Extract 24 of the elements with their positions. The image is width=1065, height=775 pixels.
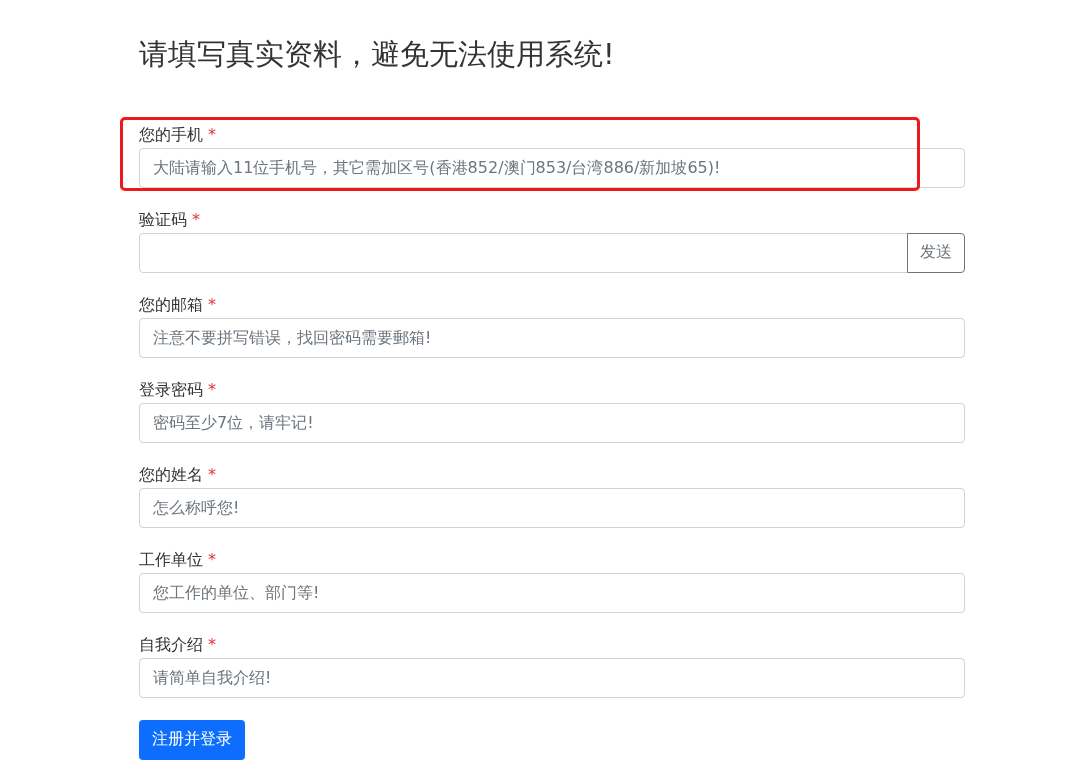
input-field[interactable]: 怎么称呼您! [139,487,965,528]
page-title: 请填写真实资料，避免无法使用系统! [139,36,616,73]
required-mark: * [208,466,216,483]
required-mark: * [192,211,200,228]
input-field[interactable]: 请简单自我介绍! [139,657,965,698]
required-mark: * [208,296,216,313]
required-mark: * [208,551,216,568]
field-label: 验证码 [139,211,187,228]
input-field[interactable]: 您工作的单位、部门等! [139,572,965,613]
required-mark: * [208,126,216,143]
input-field[interactable] [139,232,908,273]
submit-button[interactable]: 注册并登录 [139,719,245,760]
field-label: 您的手机 [139,126,203,143]
field-label: 工作单位 [139,551,203,568]
input-field[interactable]: 密码至少7位，请牢记! [139,402,965,443]
send-button[interactable]: 发送 [907,232,965,273]
field-label: 您的姓名 [139,466,203,483]
field-label: 您的邮箱 [139,296,203,313]
required-mark: * [208,636,216,653]
required-mark: * [208,381,216,398]
input-field[interactable]: 注意不要拼写错误，找回密码需要郵箱! [139,317,965,358]
field-label: 自我介绍 [139,636,203,653]
field-label: 登录密码 [139,381,203,398]
input-field[interactable]: 大陆请输入11位手机号，其它需加区号(香港852/澳门853/台湾886/新加坡65)! [139,147,965,188]
